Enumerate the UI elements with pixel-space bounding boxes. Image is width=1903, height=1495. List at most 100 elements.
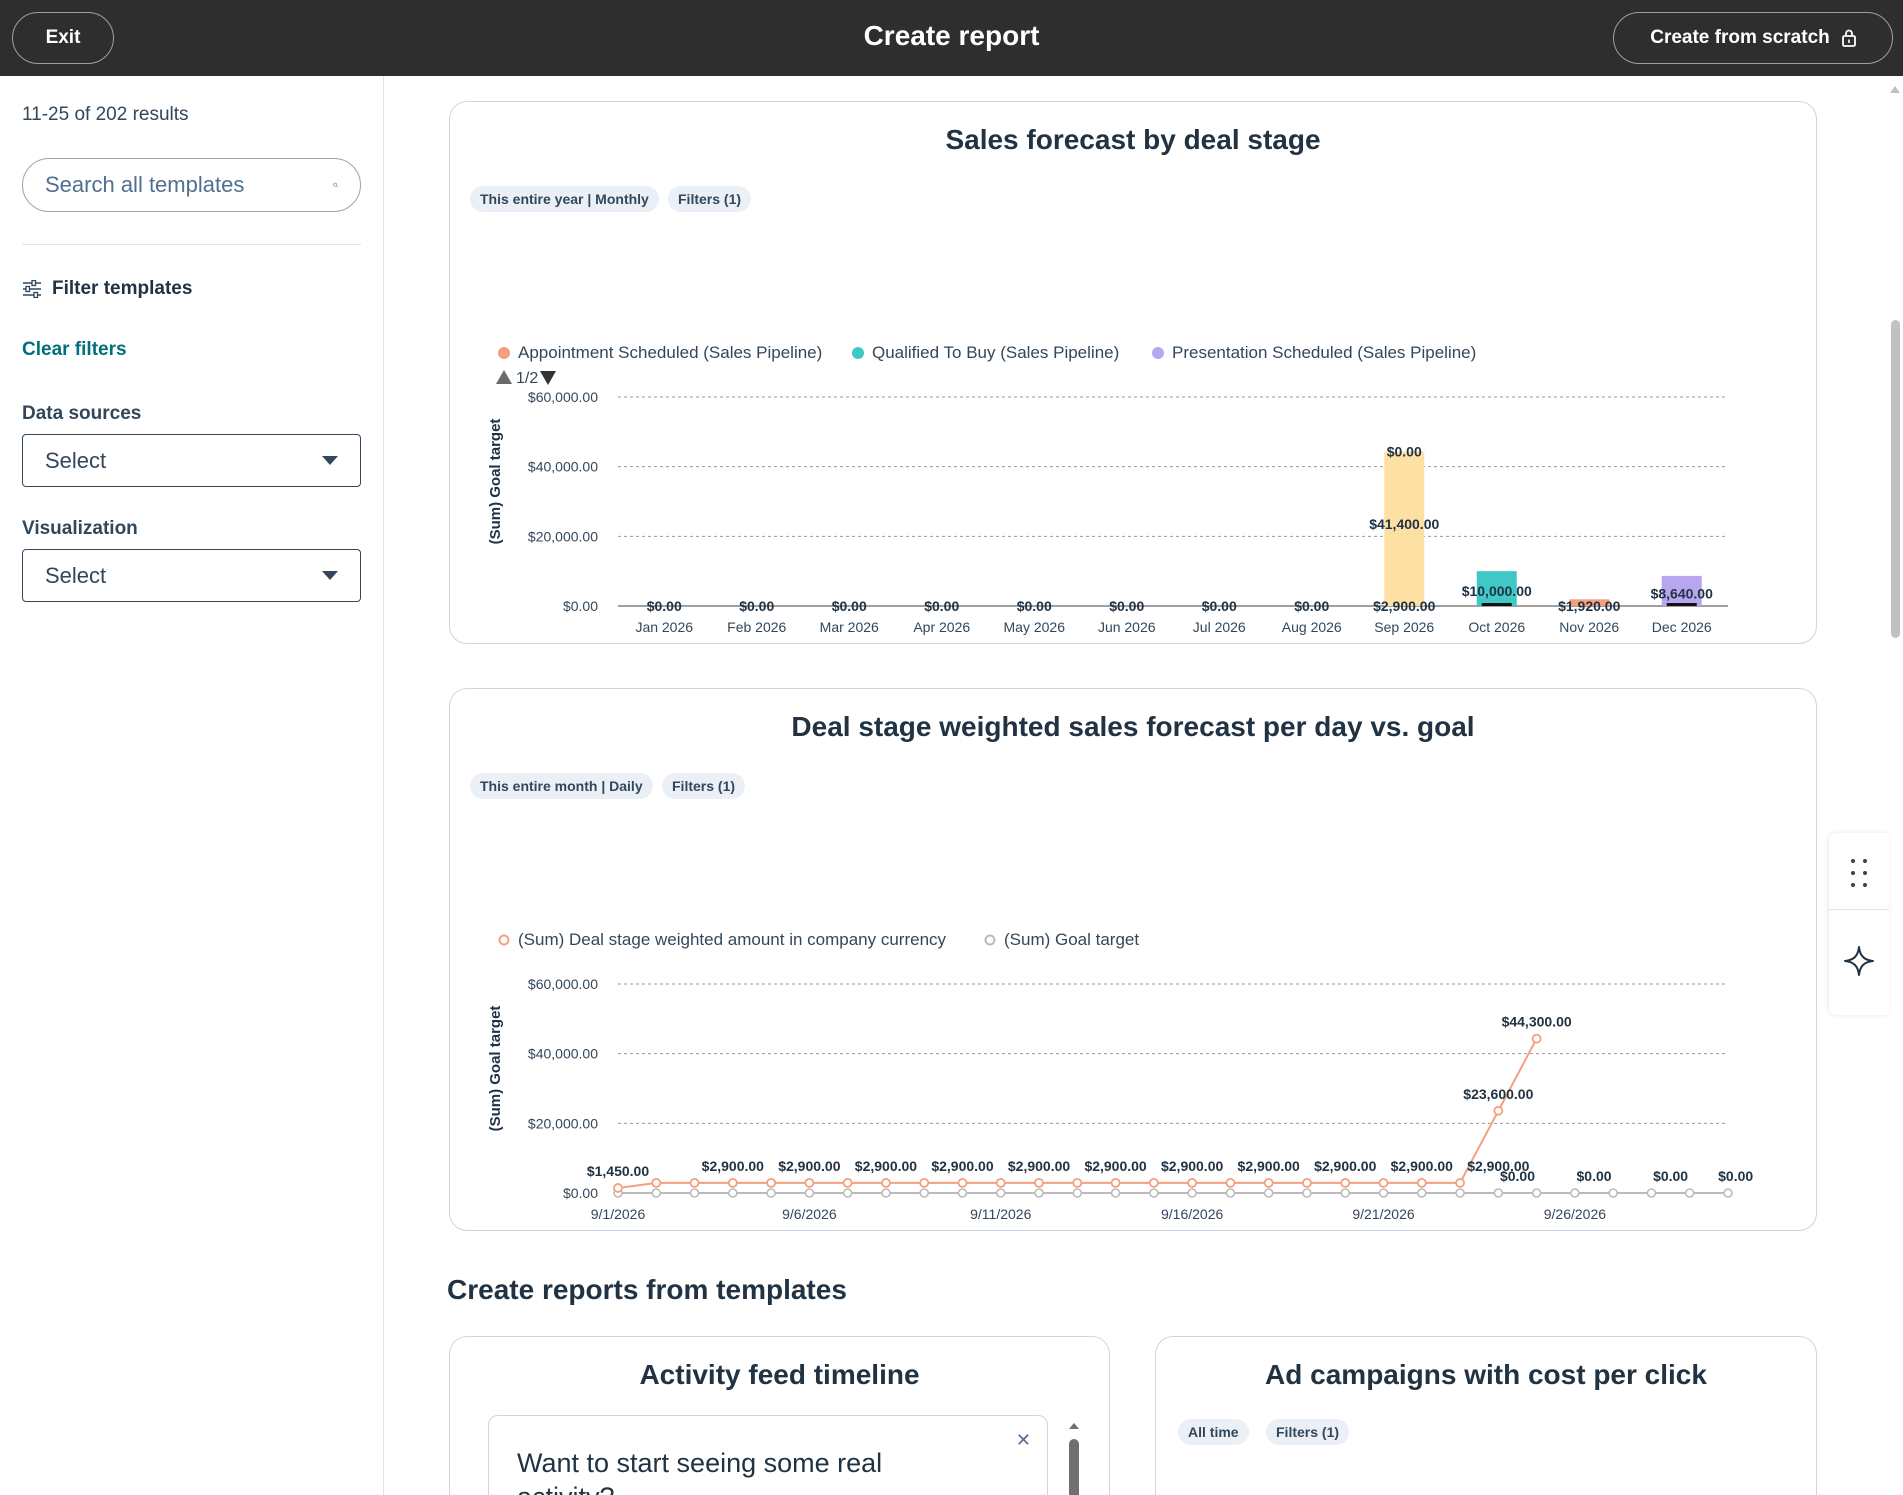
bar-baseline-stub (1666, 603, 1697, 606)
data-point-goal (1570, 1188, 1580, 1198)
data-point-goal (1034, 1188, 1044, 1198)
data-point-goal (1416, 1188, 1427, 1198)
data-label: $2,900.00 (1391, 1158, 1453, 1174)
x-tick-label: 9/21/2026 (1352, 1206, 1414, 1222)
data-label: $2,900.00 (778, 1158, 840, 1174)
y-tick-label: $60,000.00 (528, 976, 598, 992)
data-label: $2,900.00 (855, 1158, 917, 1174)
data-label: $2,900.00 (1008, 1158, 1070, 1174)
data-point-amount (1302, 1177, 1312, 1188)
data-point-amount (919, 1177, 930, 1188)
scroll-up-arrow-icon[interactable] (1890, 86, 1900, 93)
x-tick-label: Oct 2026 (1468, 619, 1525, 635)
data-point-goal (1225, 1188, 1236, 1198)
data-point-goal (842, 1188, 853, 1198)
data-point-goal (1455, 1188, 1465, 1198)
data-label: $2,900.00 (1373, 598, 1435, 614)
pager-next-icon (540, 371, 556, 385)
data-point-goal (1187, 1188, 1197, 1198)
ad-campaigns-template-card[interactable]: Ad campaigns with cost per click All tim… (1155, 1336, 1817, 1495)
page-scrollbar[interactable] (1887, 76, 1903, 1495)
data-point-goal (1531, 1188, 1542, 1198)
data-point-amount (1072, 1177, 1083, 1188)
card-title: Activity feed timeline (639, 1359, 920, 1390)
date-range-chip: This entire year | Monthly (470, 186, 659, 212)
search-input[interactable] (45, 172, 333, 198)
data-label: $0.00 (647, 598, 682, 614)
y-tick-label: $60,000.00 (528, 389, 598, 405)
legend-swatch (1152, 347, 1164, 359)
data-point-amount (1416, 1177, 1427, 1188)
activity-feed-template-card[interactable]: Activity feed timeline ✕ Want to start s… (449, 1336, 1110, 1495)
x-tick-label: Jun 2026 (1098, 619, 1156, 635)
sales-forecast-chart: Appointment Scheduled (Sales Pipeline) Qu… (487, 343, 1728, 635)
close-icon[interactable]: ✕ (1016, 1430, 1031, 1451)
data-label: $2,900.00 (1084, 1158, 1146, 1174)
data-label: $44,300.00 (1502, 1014, 1572, 1030)
x-tick-label: 9/16/2026 (1161, 1206, 1223, 1222)
x-tick-label: Feb 2026 (727, 619, 786, 635)
visualization-select[interactable]: Select (22, 549, 361, 602)
data-point-goal (766, 1188, 776, 1198)
data-point-goal (1723, 1188, 1733, 1198)
x-tick-label: 9/6/2026 (782, 1206, 837, 1222)
data-point-goal (957, 1188, 968, 1198)
x-tick-label: Aug 2026 (1282, 619, 1342, 635)
data-label: $23,600.00 (1463, 1086, 1533, 1102)
data-point-amount (995, 1177, 1006, 1188)
preview-scrollbar[interactable] (1068, 1421, 1080, 1495)
create-from-scratch-label: Create from scratch (1650, 27, 1830, 48)
data-point-amount (1110, 1177, 1121, 1188)
legend-item: Qualified To Buy (Sales Pipeline) (872, 343, 1119, 362)
date-range-chip: All time (1178, 1419, 1249, 1445)
legend-item: (Sum) Goal target (1004, 930, 1139, 949)
data-point-goal (919, 1188, 930, 1198)
data-label: $8,640.00 (1651, 585, 1713, 601)
data-point-amount (1148, 1177, 1159, 1188)
top-bar: Exit Create report Create from scratch (0, 0, 1903, 76)
data-label: $0.00 (1109, 598, 1144, 614)
activity-preview: ✕ Want to start seeing some real activit… (488, 1415, 1048, 1495)
data-point-goal (1149, 1188, 1159, 1198)
x-tick-label: Jan 2026 (635, 619, 693, 635)
y-tick-label: $40,000.00 (528, 459, 598, 475)
data-point-goal (1302, 1188, 1312, 1198)
create-from-scratch-button[interactable]: Create from scratch (1613, 12, 1893, 64)
legend-item: (Sum) Deal stage weighted amount in comp… (518, 930, 947, 949)
data-label: $0.00 (1017, 598, 1052, 614)
scrollbar-thumb[interactable] (1891, 320, 1900, 638)
data-point-amount (842, 1177, 853, 1188)
data-label: $2,900.00 (1314, 1158, 1376, 1174)
legend-swatch (852, 347, 864, 359)
data-point-amount (1263, 1177, 1274, 1188)
weighted-forecast-card[interactable]: Deal stage weighted sales forecast per d… (449, 688, 1817, 1231)
x-tick-label: May 2026 (1004, 619, 1066, 635)
legend-swatch (984, 934, 996, 946)
data-point-goal (1646, 1188, 1657, 1198)
data-sources-select[interactable]: Select (22, 434, 361, 487)
data-point-goal (1072, 1188, 1083, 1198)
search-box[interactable] (22, 158, 361, 212)
card-title: Deal stage weighted sales forecast per d… (791, 711, 1475, 742)
caret-down-icon (322, 571, 338, 580)
data-point-goal (651, 1188, 662, 1198)
data-label: $0.00 (739, 598, 774, 614)
data-point-amount (957, 1177, 968, 1188)
data-sources-value: Select (45, 447, 107, 473)
y-axis-label: (Sum) Goal target (487, 1006, 504, 1132)
data-point-amount (727, 1177, 738, 1188)
search-icon[interactable] (333, 175, 338, 195)
legend-item: Presentation Scheduled (Sales Pipeline) (1172, 343, 1476, 362)
data-point-amount (1378, 1177, 1389, 1188)
data-label: $1,920.00 (1558, 598, 1620, 614)
filter-templates-toggle[interactable]: Filter templates (22, 278, 192, 300)
y-tick-label: $0.00 (563, 598, 598, 614)
y-tick-label: $20,000.00 (528, 528, 598, 544)
filter-templates-label: Filter templates (52, 278, 193, 299)
sales-forecast-card[interactable]: Sales forecast by deal stage This entire… (449, 101, 1817, 644)
sparkle-icon[interactable] (1843, 945, 1875, 977)
x-tick-label: 9/1/2026 (591, 1206, 646, 1222)
clear-filters-link[interactable]: Clear filters (22, 339, 127, 361)
drag-handle-icon[interactable] (1847, 853, 1871, 893)
data-point-goal (1340, 1188, 1351, 1198)
